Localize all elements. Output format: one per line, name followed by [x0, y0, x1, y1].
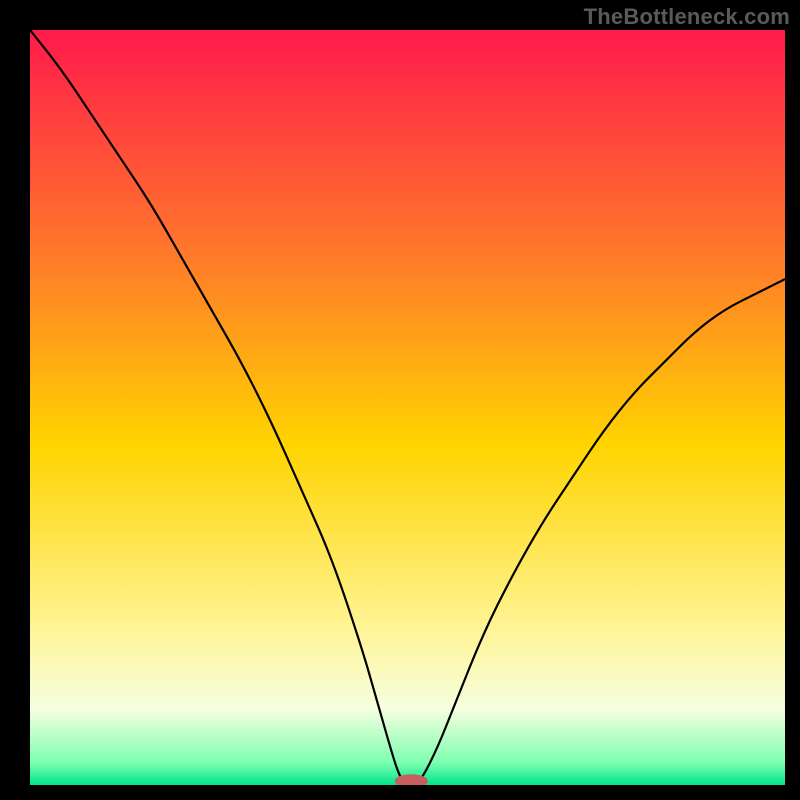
chart-svg: [30, 30, 785, 785]
plot-area: [30, 30, 785, 785]
chart-frame: TheBottleneck.com: [0, 0, 800, 800]
gradient-background: [30, 30, 785, 785]
watermark-text: TheBottleneck.com: [584, 4, 790, 30]
